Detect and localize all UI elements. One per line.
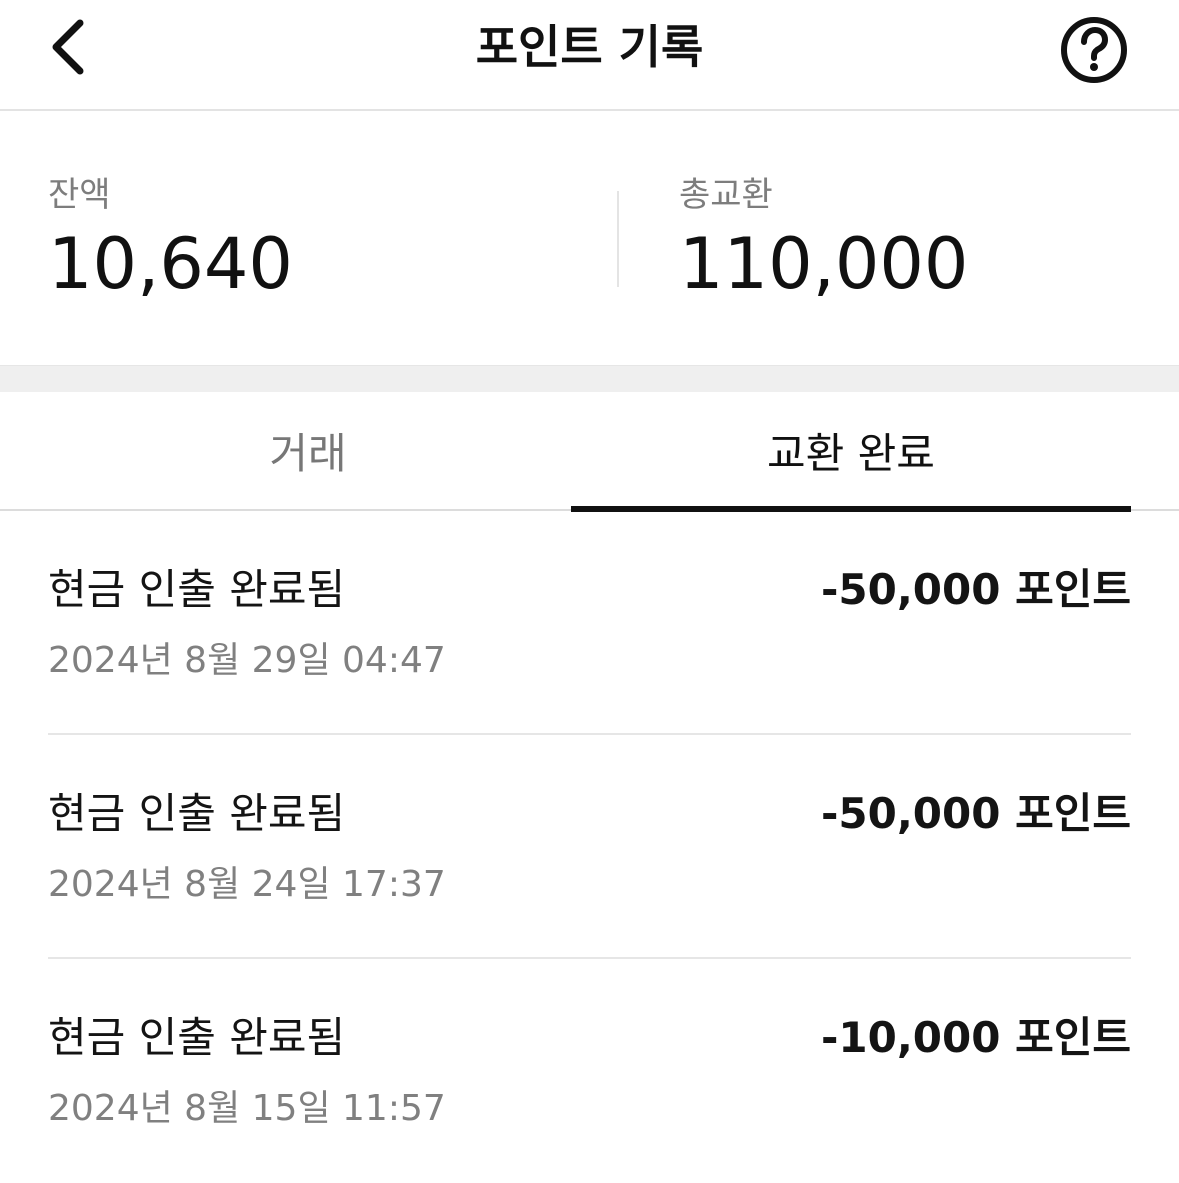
balance-block: 잔액 10,640 [48, 173, 293, 307]
balance-label: 잔액 [48, 175, 111, 215]
section-separator [0, 365, 1179, 392]
record-title: 현금 인출 완료됨 [48, 565, 346, 614]
record-date: 2024년 8월 29일 04:47 [48, 640, 446, 681]
record-title: 현금 인출 완료됨 [48, 789, 346, 838]
record-title: 현금 인출 완료됨 [48, 1013, 346, 1062]
balance-value: 10,640 [48, 223, 293, 305]
total-exchange-value: 110,000 [679, 223, 969, 305]
total-exchange-block: 총교환 110,000 [679, 173, 968, 307]
tab-bar: 거래 교환 완료 [0, 392, 1179, 512]
points-summary: 잔액 10,640 총교환 110,000 [0, 111, 1179, 365]
record-date: 2024년 8월 15일 11:57 [48, 1088, 446, 1129]
record-amount: -50,000 포인트 [820, 789, 1131, 838]
tab-exchange-completed[interactable]: 교환 완료 [571, 392, 1131, 509]
record-amount: -50,000 포인트 [820, 565, 1131, 614]
tab-transactions[interactable]: 거래 [40, 392, 576, 509]
page-title: 포인트 기록 [475, 20, 704, 74]
exchange-record-list: 현금 인출 완료됨 -50,000 포인트 2024년 8월 29일 04:47… [48, 511, 1131, 1183]
summary-divider [617, 191, 619, 287]
record-amount: -10,000 포인트 [820, 1013, 1131, 1062]
list-item[interactable]: 현금 인출 완료됨 -10,000 포인트 2024년 8월 15일 11:57 [48, 959, 1131, 1183]
total-exchange-label: 총교환 [679, 175, 773, 215]
list-item[interactable]: 현금 인출 완료됨 -50,000 포인트 2024년 8월 24일 17:37 [48, 735, 1131, 959]
question-circle-icon [1061, 17, 1127, 83]
top-bar: 포인트 기록 [0, 0, 1179, 111]
list-item[interactable]: 현금 인출 완료됨 -50,000 포인트 2024년 8월 29일 04:47 [48, 511, 1131, 735]
record-date: 2024년 8월 24일 17:37 [48, 864, 446, 905]
help-button[interactable] [1058, 14, 1130, 86]
